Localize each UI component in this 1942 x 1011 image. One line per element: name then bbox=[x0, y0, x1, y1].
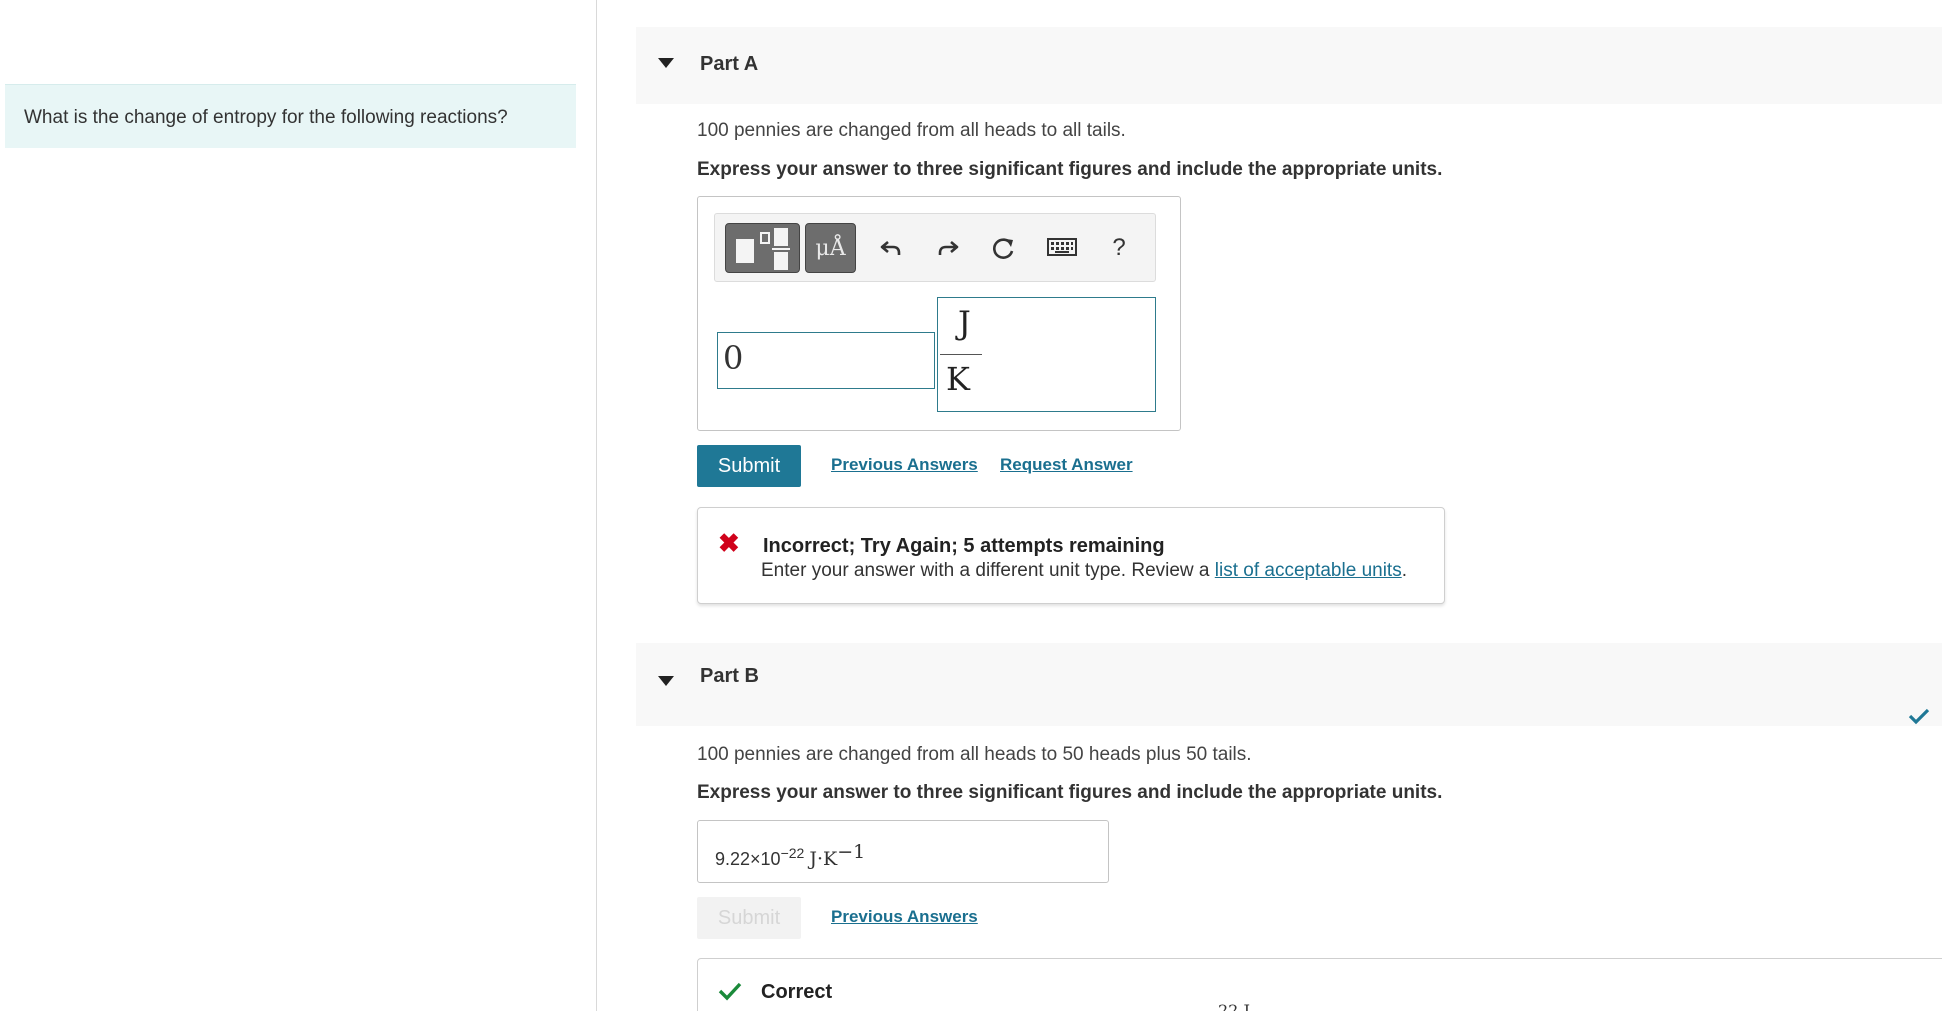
templates-button[interactable] bbox=[725, 223, 800, 273]
correct-check-icon bbox=[718, 982, 742, 1001]
correct-feedback: Correct 22 J bbox=[697, 958, 1942, 1011]
part-a-header[interactable]: Part A bbox=[636, 27, 1942, 104]
template-fraction-top-icon bbox=[774, 228, 788, 246]
units-input[interactable]: J K bbox=[937, 297, 1156, 412]
feedback-trailing: . bbox=[1401, 560, 1407, 581]
request-answer-link[interactable]: Request Answer bbox=[1000, 455, 1133, 475]
incorrect-x-icon: ✖ bbox=[718, 528, 740, 558]
submitted-answer: 9.22×10−22 J·K−1 bbox=[697, 820, 1109, 883]
completed-check-icon bbox=[1908, 708, 1930, 725]
part-a-previous-answers-link[interactable]: Previous Answers bbox=[831, 455, 978, 475]
question-panel: What is the change of entropy for the fo… bbox=[0, 0, 597, 1011]
answer-units-exponent: −1 bbox=[837, 841, 866, 863]
help-button[interactable]: ? bbox=[1103, 232, 1135, 264]
template-superscript-icon bbox=[760, 232, 770, 244]
units-button[interactable]: μÅ bbox=[805, 223, 856, 273]
part-a-instruction: Express your answer to three significant… bbox=[697, 159, 1443, 180]
part-b-submit-button: Submit bbox=[697, 897, 801, 939]
part-a-title: Part A bbox=[700, 53, 759, 75]
unit-denominator: K bbox=[946, 360, 970, 398]
part-b-instruction: Express your answer to three significant… bbox=[697, 782, 1443, 803]
partial-answer-text: 22 J bbox=[1218, 1001, 1250, 1011]
part-b-title: Part B bbox=[700, 665, 759, 687]
part-b-prompt: 100 pennies are changed from all heads t… bbox=[697, 744, 1252, 765]
redo-icon[interactable] bbox=[932, 232, 964, 264]
part-b-previous-answers-link[interactable]: Previous Answers bbox=[831, 907, 978, 927]
feedback-message-text: Enter your answer with a different unit … bbox=[761, 560, 1215, 581]
template-fraction-bottom-icon bbox=[774, 252, 788, 270]
answer-mantissa: 9.22×10 bbox=[715, 849, 781, 869]
question-text: What is the change of entropy for the fo… bbox=[5, 84, 576, 148]
reset-icon[interactable] bbox=[988, 232, 1020, 264]
unit-numerator: J bbox=[958, 304, 971, 342]
template-square-icon bbox=[736, 239, 754, 263]
collapse-chevron-icon[interactable] bbox=[658, 58, 674, 68]
answer-editor: μÅ ? 0 J K bbox=[697, 196, 1181, 431]
incorrect-feedback: ✖ Incorrect; Try Again; 5 attempts remai… bbox=[697, 507, 1445, 604]
page: What is the change of entropy for the fo… bbox=[0, 0, 1942, 1011]
part-b-header[interactable]: Part B bbox=[636, 643, 1942, 726]
fraction-bar bbox=[940, 354, 982, 355]
part-a-submit-button[interactable]: Submit bbox=[697, 445, 801, 487]
part-a-prompt: 100 pennies are changed from all heads t… bbox=[697, 120, 1126, 141]
feedback-message: Enter your answer with a different unit … bbox=[761, 560, 1407, 582]
acceptable-units-link[interactable]: list of acceptable units bbox=[1215, 560, 1402, 581]
answer-units: J·K bbox=[809, 848, 838, 870]
value-input[interactable]: 0 bbox=[717, 332, 935, 389]
template-fraction-bar-icon bbox=[772, 248, 790, 250]
undo-icon[interactable] bbox=[875, 232, 907, 264]
answer-exponent: −22 bbox=[780, 845, 805, 861]
correct-label: Correct bbox=[761, 981, 833, 1003]
keyboard-icon[interactable] bbox=[1046, 232, 1078, 264]
feedback-title: Incorrect; Try Again; 5 attempts remaini… bbox=[763, 535, 1165, 557]
collapse-chevron-icon[interactable] bbox=[658, 676, 674, 686]
editor-toolbar: μÅ ? bbox=[714, 213, 1156, 282]
